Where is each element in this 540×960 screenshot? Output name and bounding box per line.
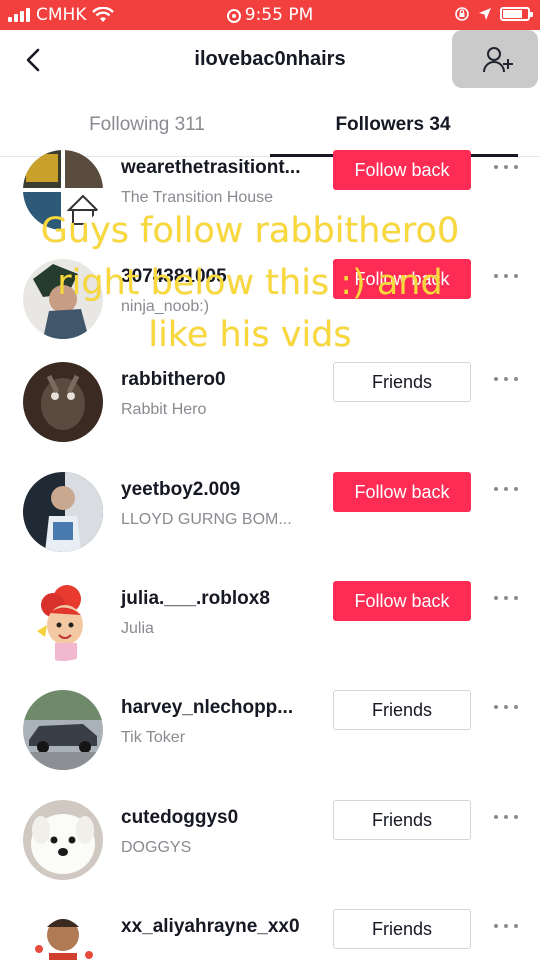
friends-button[interactable]: Friends xyxy=(333,690,471,730)
more-options-icon[interactable] xyxy=(494,487,518,493)
location-icon xyxy=(479,8,491,20)
nickname: DOGGYS xyxy=(121,839,192,856)
list-item[interactable]: cutedoggys0 DOGGYS Friends xyxy=(0,787,540,896)
rotation-lock-icon xyxy=(455,7,469,21)
follow-back-button[interactable]: Follow back xyxy=(333,259,471,299)
more-options-icon[interactable] xyxy=(494,165,518,171)
friends-button[interactable]: Friends xyxy=(333,909,471,949)
time-label: 9:55 PM xyxy=(244,5,314,25)
avatar[interactable] xyxy=(23,581,103,661)
username[interactable]: yeetboy2.009 xyxy=(121,479,240,501)
battery-fill xyxy=(503,10,522,18)
more-options-icon[interactable] xyxy=(494,274,518,280)
nickname: LLOYD GURNG BOM... xyxy=(121,511,292,528)
nickname: Rabbit Hero xyxy=(121,401,207,418)
list-item[interactable]: wearethetrasitiont... The Transition Hou… xyxy=(0,150,540,246)
avatar[interactable] xyxy=(23,472,103,552)
header: ilovebac0nhairs xyxy=(0,30,540,92)
avatar[interactable] xyxy=(23,690,103,770)
username[interactable]: rabbithero0 xyxy=(121,369,226,391)
avatar[interactable] xyxy=(23,909,103,960)
friends-button[interactable]: Friends xyxy=(333,800,471,840)
battery-icon xyxy=(500,7,533,21)
tab-bar: Following 311 Followers 34 xyxy=(0,100,540,157)
list-item[interactable]: yeetboy2.009 LLOYD GURNG BOM... Follow b… xyxy=(0,459,540,568)
tab-followers[interactable]: Followers 34 xyxy=(258,114,528,136)
list-item[interactable]: xx_aliyahrayne_xx0 Friends xyxy=(0,896,540,960)
status-bar: CMHK 9:55 PM xyxy=(0,0,540,30)
avatar[interactable] xyxy=(23,362,103,442)
nickname: Julia xyxy=(121,620,154,637)
list-item[interactable]: rabbithero0 Rabbit Hero Friends xyxy=(0,349,540,458)
nickname: Tik Toker xyxy=(121,729,186,746)
followers-list[interactable]: wearethetrasitiont... The Transition Hou… xyxy=(0,150,540,960)
screen-record-icon xyxy=(226,9,241,23)
tab-following[interactable]: Following 311 xyxy=(12,114,282,136)
more-options-icon[interactable] xyxy=(494,924,518,930)
follow-back-button[interactable]: Follow back xyxy=(333,472,471,512)
status-right xyxy=(454,6,533,22)
more-options-icon[interactable] xyxy=(494,596,518,602)
follow-back-button[interactable]: Follow back xyxy=(333,581,471,621)
add-user-icon xyxy=(483,47,513,73)
username[interactable]: xx_aliyahrayne_xx0 xyxy=(121,916,300,938)
list-item[interactable]: julia.___.roblox8 Julia Follow back xyxy=(0,568,540,677)
more-options-icon[interactable] xyxy=(494,705,518,711)
username[interactable]: julia.___.roblox8 xyxy=(121,588,270,610)
list-item[interactable]: 3074381005 ninja_noob:) Follow back xyxy=(0,246,540,355)
avatar[interactable] xyxy=(23,150,103,230)
friends-button[interactable]: Friends xyxy=(333,362,471,402)
follow-back-button[interactable]: Follow back xyxy=(333,150,471,190)
more-options-icon[interactable] xyxy=(494,815,518,821)
username[interactable]: wearethetrasitiont... xyxy=(121,157,301,179)
nickname: ninja_noob:) xyxy=(121,298,210,315)
username[interactable]: 3074381005 xyxy=(121,266,227,288)
username[interactable]: harvey_nlechopp... xyxy=(121,697,293,719)
more-options-icon[interactable] xyxy=(494,377,518,383)
list-item[interactable]: harvey_nlechopp... Tik Toker Friends xyxy=(0,677,540,786)
nickname: The Transition House xyxy=(121,189,274,206)
avatar[interactable] xyxy=(23,259,103,339)
avatar[interactable] xyxy=(23,800,103,880)
username[interactable]: cutedoggys0 xyxy=(121,807,238,829)
add-user-button[interactable] xyxy=(452,30,538,88)
